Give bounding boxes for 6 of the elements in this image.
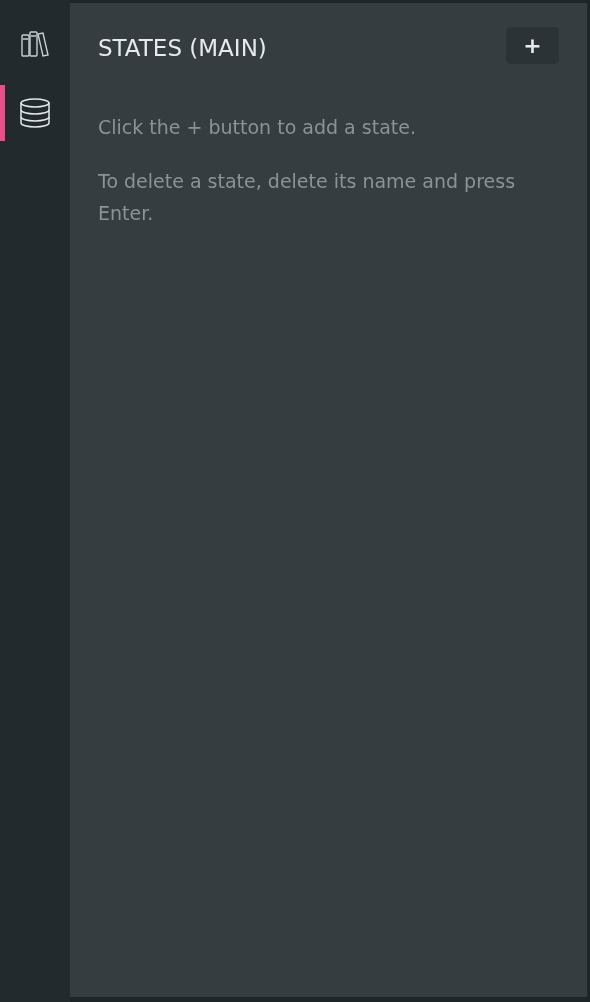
hint-text: To delete a state, delete its name and press Enter.: [98, 169, 517, 226]
panel-title: STATES (MAIN): [98, 35, 267, 61]
books-icon: [20, 30, 50, 58]
add-button[interactable]: +: [506, 26, 559, 64]
database-icon: [19, 98, 51, 128]
hint-text: Click the + button to add a state.: [98, 115, 417, 140]
